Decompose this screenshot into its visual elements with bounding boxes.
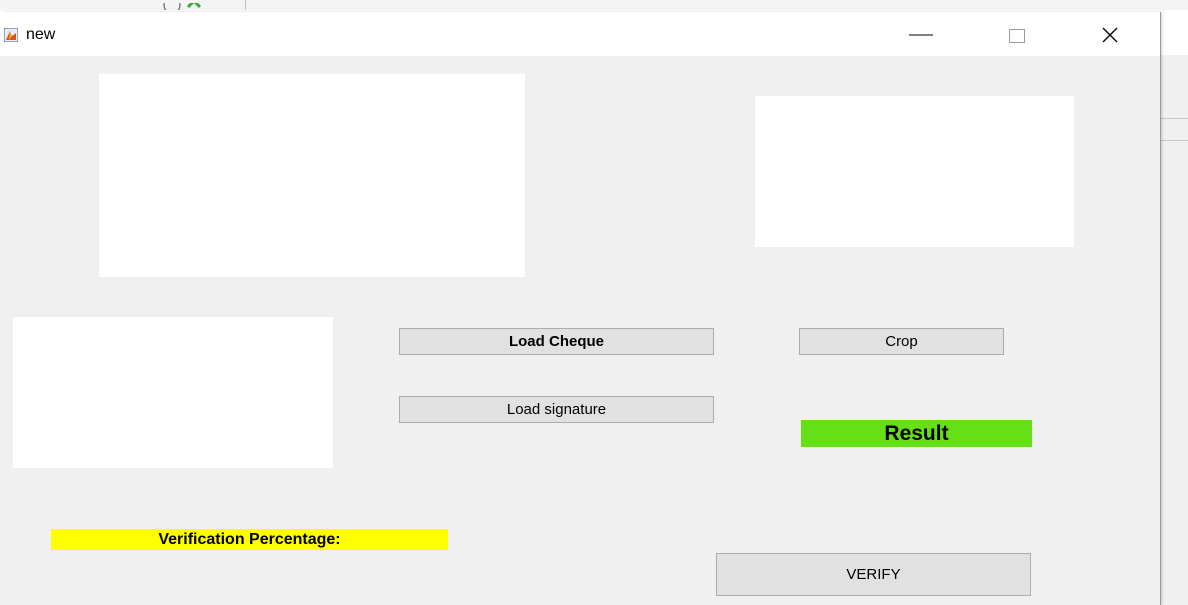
matlab-figure-icon	[3, 27, 19, 43]
load-signature-button[interactable]: Load signature	[399, 396, 714, 423]
background-app-panel	[1160, 55, 1188, 605]
background-separator	[1160, 118, 1188, 119]
cheque-image-axes	[99, 74, 525, 277]
background-divider	[245, 0, 246, 10]
minimize-icon	[909, 34, 933, 36]
verify-button[interactable]: VERIFY	[716, 553, 1031, 596]
maximize-button[interactable]	[993, 12, 1039, 56]
background-app-icon	[160, 0, 204, 10]
verification-percentage-label: Verification Percentage:	[51, 529, 448, 550]
close-icon	[1102, 27, 1118, 43]
load-cheque-button[interactable]: Load Cheque	[399, 328, 714, 355]
figure-window: new Load Cheque Crop Load signature Resu…	[0, 12, 1160, 605]
cropped-image-axes	[755, 96, 1074, 247]
title-bar[interactable]: new	[0, 12, 1160, 56]
result-label: Result	[801, 420, 1032, 447]
crop-button[interactable]: Crop	[799, 328, 1004, 355]
window-title: new	[26, 26, 56, 43]
background-separator	[1160, 140, 1188, 141]
signature-image-axes	[13, 317, 333, 468]
minimize-button[interactable]	[898, 12, 944, 56]
close-button[interactable]	[1088, 12, 1134, 56]
maximize-icon	[1009, 29, 1025, 43]
